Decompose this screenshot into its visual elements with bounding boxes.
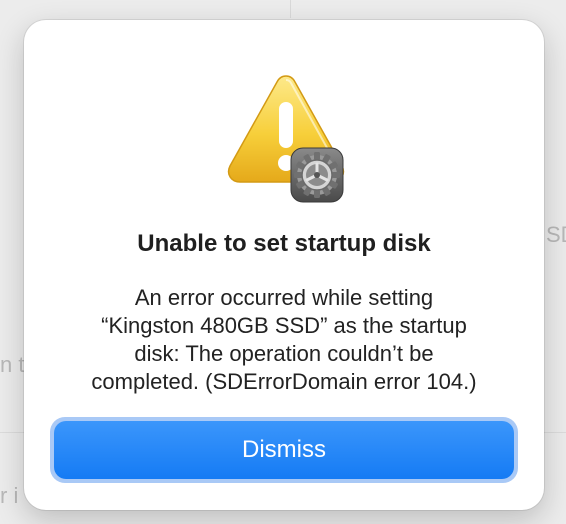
background-text: r i: [0, 483, 19, 508]
alert-message-line: completed. (SDErrorDomain error 104.): [91, 369, 477, 394]
alert-message-line: An error occurred while setting: [134, 285, 434, 310]
alert-title: Unable to set startup disk: [137, 230, 431, 257]
alert-message-line: disk: The operation couldn’t be: [134, 341, 434, 366]
dismiss-button[interactable]: Dismiss: [54, 421, 514, 479]
alert-dialog: Unable to set startup disk An error occu…: [24, 20, 544, 510]
alert-message: An error occurred while setting “Kingsto…: [54, 284, 514, 396]
background-text: SD: [546, 222, 566, 247]
warning-icon: [224, 70, 348, 206]
background-divider-vertical: [290, 0, 291, 18]
alert-message-line: “Kingston 480GB SSD” as the startup: [101, 313, 467, 338]
